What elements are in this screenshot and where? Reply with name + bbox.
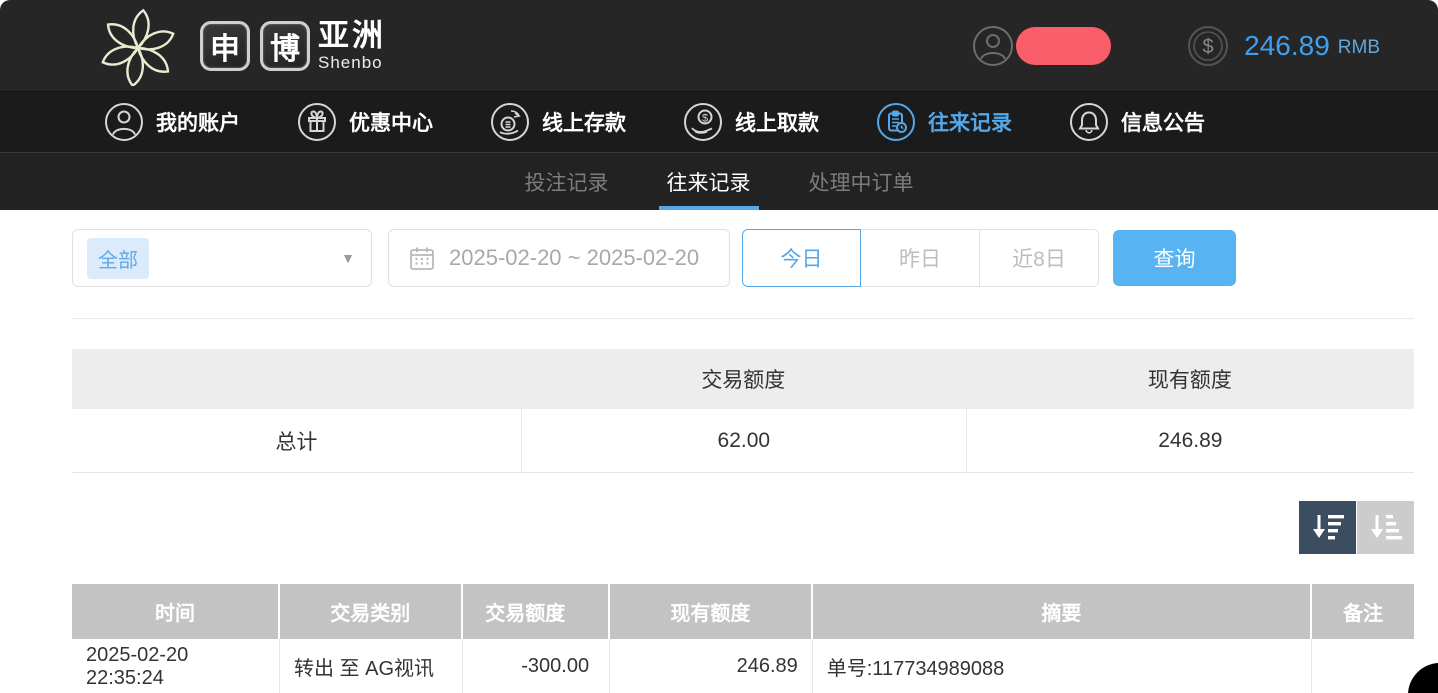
sort-ascending-icon xyxy=(1368,512,1404,544)
nav-item-transaction-records[interactable]: 往来记录 xyxy=(876,102,1012,142)
summary-total-row: 总计 62.00 246.89 xyxy=(72,409,1414,473)
filter-bar: 全部 ▼ 2025-02-20 ~ 2025-02-20 今日 昨日 近8日 查… xyxy=(72,229,1414,287)
tab-transaction-records[interactable]: 往来记录 xyxy=(661,153,757,210)
type-filter-select[interactable]: 全部 ▼ xyxy=(72,229,372,287)
summary-total-trade: 62.00 xyxy=(521,409,966,472)
balance-area[interactable]: $ 246.89 RMB xyxy=(1187,25,1380,67)
announcement-icon xyxy=(1069,102,1109,142)
summary-total-balance: 246.89 xyxy=(966,409,1414,472)
chevron-down-icon: ▼ xyxy=(341,250,355,266)
summary-total-label: 总计 xyxy=(72,409,521,472)
withdraw-icon: $ xyxy=(683,102,723,142)
cell-amount: -300.00 xyxy=(463,639,611,693)
tab-label: 往来记录 xyxy=(667,167,751,197)
account-icon xyxy=(104,102,144,142)
tab-label: 处理中订单 xyxy=(809,167,914,197)
range-yesterday-button[interactable]: 昨日 xyxy=(861,229,980,287)
records-icon xyxy=(876,102,916,142)
dollar-coin-icon: $ xyxy=(1187,25,1229,67)
tab-bet-records[interactable]: 投注记录 xyxy=(519,153,615,210)
nav-item-online-deposit[interactable]: 线上存款 xyxy=(490,102,626,142)
transactions-header-row: 时间 交易类别 交易额度 现有额度 摘要 备注 xyxy=(72,584,1414,639)
user-avatar-icon xyxy=(972,25,1014,67)
col-header-type: 交易类别 xyxy=(280,584,463,639)
nav-label: 线上存款 xyxy=(542,107,626,137)
range-last8days-button[interactable]: 近8日 xyxy=(980,229,1099,287)
cell-type: 转出 至 AG视讯 xyxy=(280,639,463,693)
svg-text:$: $ xyxy=(1203,36,1214,58)
user-account-area[interactable] xyxy=(972,25,1111,67)
col-header-note: 备注 xyxy=(1312,584,1414,639)
cell-note xyxy=(1312,639,1414,693)
svg-text:$: $ xyxy=(702,113,708,125)
sort-ascending-button[interactable] xyxy=(1357,501,1414,554)
sort-descending-icon xyxy=(1310,512,1346,544)
summary-header-balance: 现有额度 xyxy=(966,364,1414,394)
balance-currency: RMB xyxy=(1338,32,1380,59)
promotions-icon xyxy=(297,102,337,142)
col-header-time: 时间 xyxy=(72,584,280,639)
masked-username-pill xyxy=(1016,27,1111,65)
nav-item-online-withdraw[interactable]: $ 线上取款 xyxy=(683,102,819,142)
query-button[interactable]: 查询 xyxy=(1113,230,1236,286)
record-tabs: 投注记录 往来记录 处理中订单 xyxy=(0,152,1438,210)
cell-summary: 单号:117734989088 xyxy=(813,639,1312,693)
tab-pending-orders[interactable]: 处理中订单 xyxy=(803,153,920,210)
nav-item-my-account[interactable]: 我的账户 xyxy=(104,102,240,142)
summary-table: 交易额度 现有额度 总计 62.00 246.89 xyxy=(72,349,1414,473)
date-range-input[interactable]: 2025-02-20 ~ 2025-02-20 xyxy=(388,229,730,287)
nav-label: 信息公告 xyxy=(1121,107,1205,137)
main-nav: 我的账户 优惠中心 线上存款 xyxy=(0,91,1438,152)
sort-controls xyxy=(72,501,1414,554)
balance-amount: 246.89 xyxy=(1244,30,1330,62)
transactions-table: 时间 交易类别 交易额度 现有额度 摘要 备注 2025-02-20 22:35… xyxy=(72,584,1414,693)
content-area: 全部 ▼ 2025-02-20 ~ 2025-02-20 今日 昨日 近8日 查… xyxy=(0,210,1438,693)
date-range-value: 2025-02-20 ~ 2025-02-20 xyxy=(449,245,699,271)
table-row: 2025-02-20 22:35:24 转出 至 AG视讯 -300.00 24… xyxy=(72,639,1414,693)
col-header-balance: 现有额度 xyxy=(610,584,813,639)
nav-item-announcements[interactable]: 信息公告 xyxy=(1069,102,1205,142)
quick-range-group: 今日 昨日 近8日 xyxy=(742,229,1099,287)
logo-text: 亚洲 Shenbo xyxy=(318,20,386,71)
col-header-amount: 交易额度 xyxy=(463,584,611,639)
cell-balance: 246.89 xyxy=(610,639,813,693)
nav-label: 我的账户 xyxy=(156,107,240,137)
logo-char-box-1: 申 xyxy=(200,21,250,71)
logo-char-1: 申 xyxy=(210,24,240,68)
range-today-button[interactable]: 今日 xyxy=(742,229,861,287)
cell-time: 2025-02-20 22:35:24 xyxy=(72,639,280,693)
calendar-icon xyxy=(409,245,435,271)
section-divider xyxy=(72,318,1414,319)
page: 申 博 亚洲 Shenbo $ 246.89 RMB xyxy=(0,0,1438,693)
deposit-icon xyxy=(490,102,530,142)
logo-char-box-2: 博 xyxy=(260,21,310,71)
logo-char-2: 博 xyxy=(270,24,300,68)
type-filter-chip[interactable]: 全部 xyxy=(87,238,149,279)
summary-header-trade: 交易额度 xyxy=(521,364,966,394)
nav-label: 线上取款 xyxy=(735,107,819,137)
summary-header-row: 交易额度 现有额度 xyxy=(72,349,1414,409)
nav-label: 优惠中心 xyxy=(349,107,433,137)
nav-item-promotions[interactable]: 优惠中心 xyxy=(297,102,433,142)
logo-subtitle: Shenbo xyxy=(318,54,386,71)
sort-descending-button[interactable] xyxy=(1299,501,1356,554)
tab-label: 投注记录 xyxy=(525,167,609,197)
col-header-summary: 摘要 xyxy=(813,584,1312,639)
flower-logo-icon xyxy=(98,6,178,86)
logo-region: 亚洲 xyxy=(318,20,386,51)
top-header: 申 博 亚洲 Shenbo $ 246.89 RMB xyxy=(0,0,1438,91)
nav-label: 往来记录 xyxy=(928,107,1012,137)
